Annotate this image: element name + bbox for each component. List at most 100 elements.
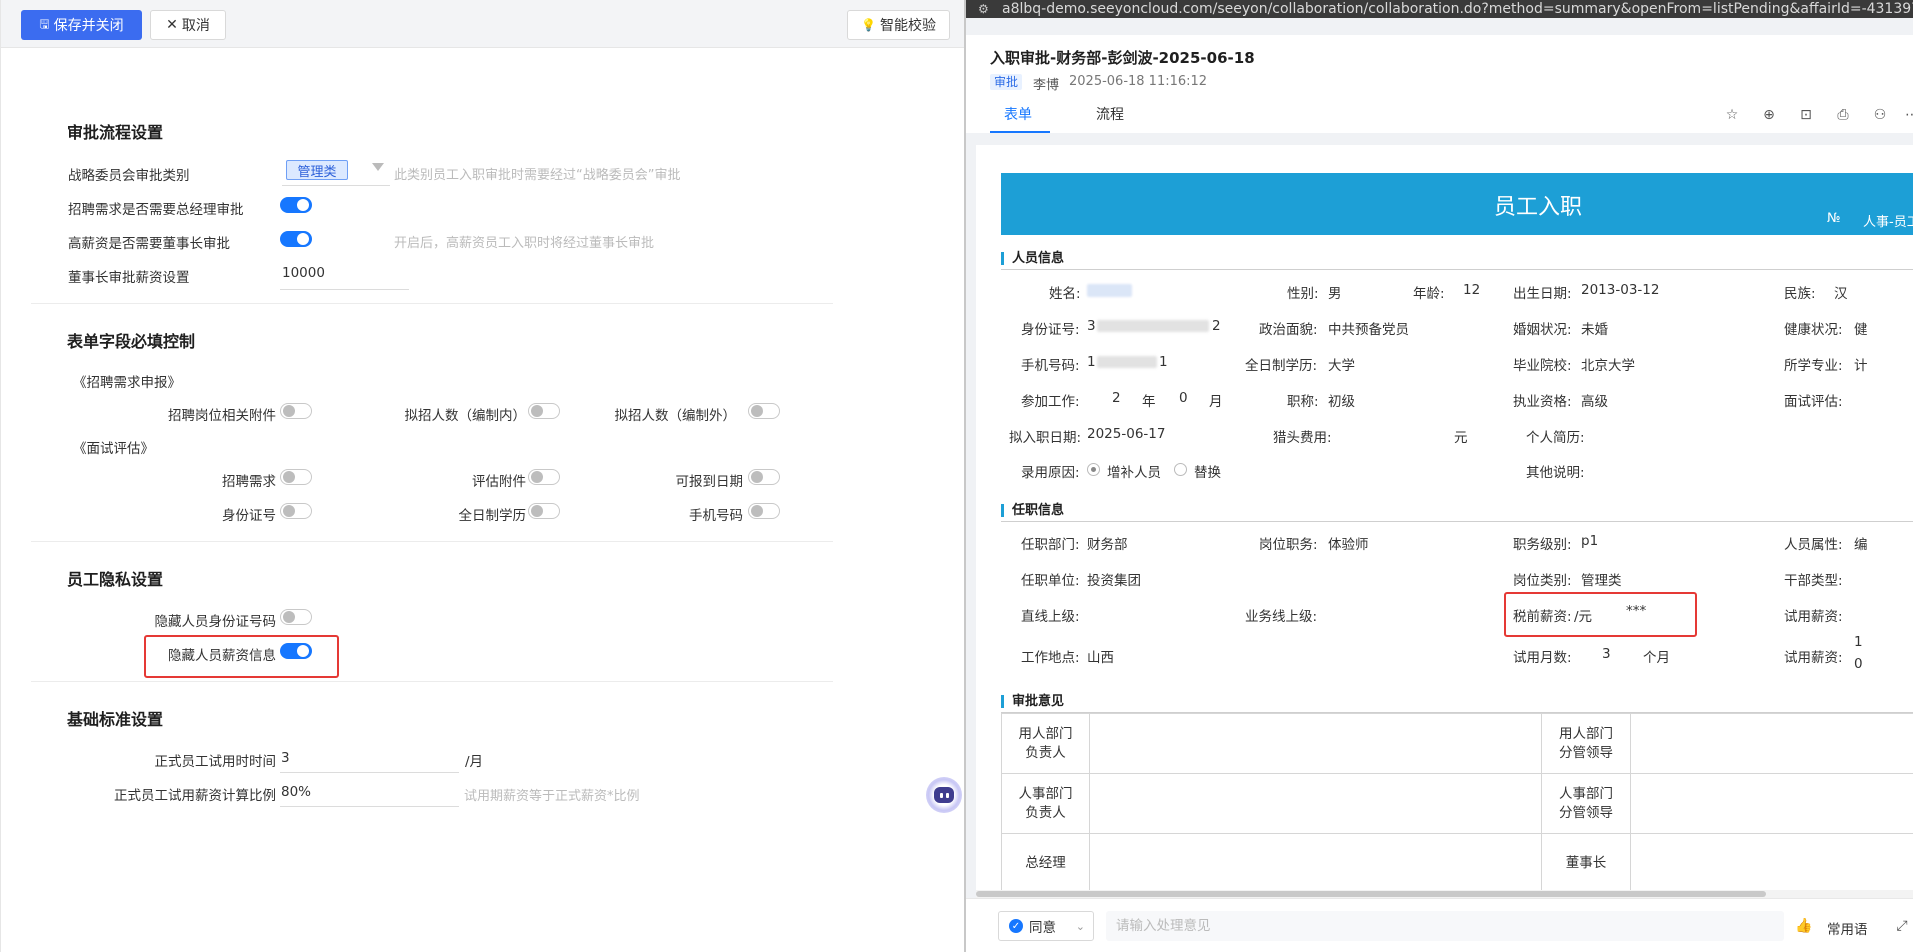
entry-date-label: 拟入职日期: — [1009, 430, 1082, 446]
eval-attachment-toggle[interactable] — [528, 469, 560, 485]
opinion-input-dept-leader[interactable] — [1630, 713, 1913, 774]
major-label: 所学专业: — [1784, 358, 1843, 374]
form-no-label: № — [1827, 211, 1841, 226]
screen: 🖫 保存并关闭 ✕ 取消 💡 智能校验 审批流程设置 战略委员会审批类别 管理类… — [0, 0, 1913, 952]
other-label: 其他说明: — [1526, 465, 1585, 481]
political-label: 政治面貌: — [1259, 322, 1318, 338]
group-interview-title: 《面试评估》 — [73, 441, 154, 457]
id-last: 2 — [1212, 318, 1221, 334]
form-no-value: 人事-员工 — [1863, 215, 1913, 230]
location-value: 山西 — [1087, 650, 1114, 666]
probation-input[interactable]: 3 — [281, 750, 290, 766]
fulltime-edu-toggle[interactable] — [528, 503, 560, 519]
assistant-bot-button[interactable] — [926, 777, 962, 813]
report-date-label: 可报到日期 — [675, 474, 744, 490]
opinion-input-gm[interactable] — [1089, 833, 1542, 894]
high-salary-hint: 开启后，高薪资员工入职时将经过董事长审批 — [394, 236, 655, 251]
horizontal-scrollbar[interactable] — [976, 890, 1913, 898]
star-icon[interactable]: ☆ — [1724, 107, 1740, 123]
chairman-salary-input[interactable]: 10000 — [282, 265, 325, 281]
work-month-unit: 月 — [1209, 394, 1223, 410]
job-section-title: 任职信息 — [1001, 504, 1064, 517]
probation-label: 正式员工试用时时间 — [154, 754, 277, 770]
site-settings-icon[interactable]: ⚙ — [978, 0, 989, 18]
level-label: 职务级别: — [1513, 537, 1572, 553]
opinion-input-dept-head[interactable] — [1089, 713, 1542, 774]
ratio-input[interactable]: 80% — [281, 784, 311, 800]
cadre-label: 干部类型: — [1784, 573, 1843, 589]
id-number-toggle[interactable] — [280, 503, 312, 519]
ratio-label: 正式员工试用薪资计算比例 — [114, 788, 276, 804]
reason-radio-replace[interactable] — [1174, 463, 1187, 476]
edu-label: 全日制学历: — [1245, 358, 1318, 374]
expand-icon[interactable]: ⤢ — [1894, 918, 1910, 934]
save-and-close-button[interactable]: 🖫 保存并关闭 — [21, 10, 142, 40]
url-text: a8lbq-demo.seeyoncloud.com/seeyon/collab… — [1002, 1, 1913, 17]
recruit-demand-label: 招聘需求 — [222, 474, 276, 490]
save-and-close-label: 保存并关闭 — [53, 18, 124, 34]
print-icon[interactable]: ⎙ — [1835, 107, 1851, 123]
trial-months-label: 试用月数: — [1513, 650, 1572, 666]
qualification-label: 执业资格: — [1513, 394, 1572, 410]
edu-value: 大学 — [1328, 358, 1355, 374]
settings-panel: 🖫 保存并关闭 ✕ 取消 💡 智能校验 审批流程设置 战略委员会审批类别 管理类… — [0, 0, 965, 952]
interview-label: 面试评估: — [1784, 394, 1843, 410]
more-icon[interactable]: ⋯ — [1904, 107, 1913, 123]
section-divider — [31, 681, 833, 682]
group-recruit-title: 《招聘需求申报》 — [73, 375, 181, 391]
cancel-button[interactable]: ✕ 取消 — [150, 10, 226, 40]
recruit-attachment-toggle[interactable] — [280, 403, 312, 419]
share-icon[interactable]: ⚇ — [1872, 107, 1888, 123]
toggle-knob — [531, 405, 543, 417]
recruit-demand-toggle[interactable] — [280, 469, 312, 485]
toggle-knob — [283, 611, 295, 623]
opinion-input-chairman[interactable] — [1630, 833, 1913, 894]
unit-label: 任职单位: — [1021, 573, 1080, 589]
attr-label: 人员属性: — [1784, 537, 1843, 553]
common-phrases-button[interactable]: 常用语 — [1827, 918, 1868, 938]
phone-toggle[interactable] — [748, 503, 780, 519]
url-bar[interactable]: ⚙ a8lbq-demo.seeyoncloud.com/seeyon/coll… — [966, 0, 1913, 18]
headcount-out-toggle[interactable] — [748, 403, 780, 419]
form-title-band: 员工入职 № 人事-员工 — [1001, 173, 1913, 235]
high-salary-toggle[interactable] — [280, 231, 312, 247]
hide-id-toggle[interactable] — [280, 609, 312, 625]
archive-icon[interactable]: ⊡ — [1798, 107, 1814, 123]
opinion-input[interactable]: 请输入处理意见 — [1106, 911, 1784, 941]
locate-icon[interactable]: ⊕ — [1761, 107, 1777, 123]
dept-value: 财务部 — [1087, 537, 1128, 553]
settings-toolbar: 🖫 保存并关闭 ✕ 取消 💡 智能校验 — [1, 0, 965, 48]
cancel-label: 取消 — [181, 18, 210, 34]
report-date-toggle[interactable] — [748, 469, 780, 485]
section-line — [1001, 269, 1913, 270]
reason-opt-replace: 替换 — [1194, 465, 1221, 481]
opinion-input-hr-head[interactable] — [1089, 773, 1542, 834]
toggle-knob — [283, 405, 295, 417]
trial-months-unit: 个月 — [1643, 650, 1670, 666]
strategy-tag[interactable]: 管理类 — [286, 160, 348, 180]
tab-flow[interactable]: 流程 — [1096, 104, 1124, 124]
toggle-knob — [531, 471, 543, 483]
personal-section-title: 人员信息 — [1001, 252, 1064, 265]
reason-radio-add[interactable] — [1087, 463, 1100, 476]
opinion-input-hr-leader[interactable] — [1630, 773, 1913, 834]
id-label: 身份证号: — [1021, 322, 1080, 338]
phone-last: 1 — [1159, 354, 1168, 370]
tab-form[interactable]: 表单 — [1004, 104, 1032, 124]
recruit-gm-toggle[interactable] — [280, 197, 312, 213]
headcount-in-toggle[interactable] — [528, 403, 560, 419]
required-fields-title: 表单字段必填控制 — [67, 332, 196, 351]
scrollbar-thumb[interactable] — [976, 891, 1766, 897]
ethnic-label: 民族: — [1784, 286, 1816, 302]
toggle-knob — [283, 505, 295, 517]
health-value: 健 — [1854, 322, 1868, 338]
toggle-knob — [531, 505, 543, 517]
health-label: 健康状况: — [1784, 322, 1843, 338]
thumbs-up-icon[interactable]: 👍 — [1795, 918, 1812, 934]
birth-label: 出生日期: — [1513, 286, 1572, 302]
chevron-down-icon[interactable] — [372, 163, 384, 171]
phone-label: 手机号码: — [1021, 358, 1080, 374]
recruit-attachment-label: 招聘岗位相关附件 — [168, 408, 276, 424]
smart-check-button[interactable]: 💡 智能校验 — [847, 10, 950, 40]
agree-select[interactable]: ✓ 同意 ⌄ — [998, 911, 1094, 941]
